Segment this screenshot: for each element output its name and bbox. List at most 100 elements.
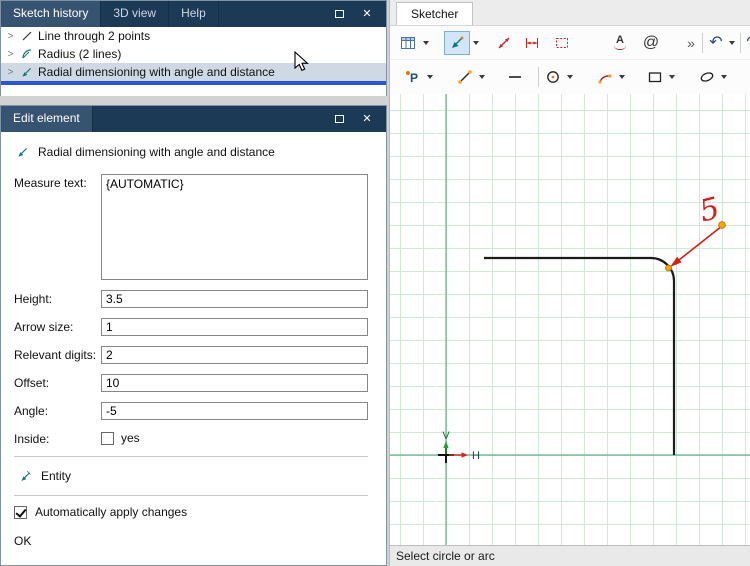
entity-icon (19, 470, 32, 483)
dropdown-arrow-icon[interactable] (424, 65, 436, 89)
edit-element-window: Edit element ✕ Radial dimensioning with … (0, 105, 387, 566)
segment-tool-icon[interactable] (504, 65, 526, 89)
status-bar: Select circle or arc (390, 545, 750, 566)
sketcher-panel: Sketcher A @ » ↶ P 5 V H Select circle o… (389, 0, 750, 566)
expander-icon[interactable]: > (6, 49, 15, 60)
offset-label: Offset: (14, 376, 50, 390)
sketch-canvas[interactable]: 5 V H (390, 94, 750, 545)
ellipse-tool-icon[interactable] (696, 65, 718, 89)
list-item-radius[interactable]: > Radius (2 lines) (1, 45, 386, 63)
radial-dimension-icon (20, 66, 33, 79)
dropdown-arrow-icon[interactable] (420, 31, 432, 55)
radial-dimension-icon (16, 146, 29, 159)
measure-text-label: Measure text: (14, 176, 87, 190)
expander-icon[interactable]: > (6, 67, 15, 78)
tab-sketcher[interactable]: Sketcher (396, 2, 474, 25)
dropdown-arrow-icon[interactable] (470, 31, 482, 55)
arc-tool-icon[interactable] (594, 65, 616, 89)
list-item-radial-dimensioning[interactable]: > Radial dimensioning with angle and dis… (1, 63, 386, 81)
sketch-profile-path[interactable] (484, 256, 676, 455)
entity-row[interactable]: Entity (19, 466, 368, 486)
overflow-chevron-icon[interactable]: » (682, 31, 700, 55)
status-text: Select circle or arc (396, 549, 495, 563)
inside-option-label: yes (121, 431, 140, 445)
v-axis-arrowhead (443, 441, 449, 448)
ok-button[interactable]: OK (14, 534, 368, 548)
redo-icon[interactable]: ↷ (746, 31, 750, 55)
tab-sketch-history[interactable]: Sketch history (1, 1, 102, 27)
edit-element-body: Radial dimensioning with angle and dista… (1, 132, 386, 548)
circle-tool-icon[interactable] (542, 65, 564, 89)
dropdown-arrow-icon[interactable] (718, 65, 730, 89)
sketcher-tabstrip: Sketcher (390, 0, 750, 26)
diagonal-dimension-icon[interactable] (492, 31, 516, 55)
divider (14, 495, 368, 496)
mouse-cursor-icon (294, 51, 309, 72)
list-item-line[interactable]: > Line through 2 points (1, 27, 386, 45)
sketch-history-titlebar[interactable]: Sketch history 3D view Help ✕ (1, 1, 386, 27)
expander-icon[interactable]: > (6, 31, 15, 42)
divider (14, 456, 368, 457)
edit-element-header: Radial dimensioning with angle and dista… (16, 145, 368, 159)
inside-label: Inside: (14, 432, 50, 446)
maximize-icon[interactable] (332, 112, 346, 126)
dropdown-arrow-icon[interactable] (564, 65, 576, 89)
tab-edit-element[interactable]: Edit element (1, 106, 93, 132)
toolbar-separator (740, 32, 741, 53)
toolbar-separator (702, 32, 703, 53)
sketcher-toolbar-top: A @ » ↶ ↷ (390, 26, 750, 60)
sketcher-toolbar-bottom: P (390, 60, 750, 94)
relevant-digits-input[interactable] (101, 346, 368, 364)
field-height: Height: (14, 290, 368, 308)
horizontal-dimension-icon[interactable] (520, 31, 544, 55)
edit-element-titlebar[interactable]: Edit element ✕ (1, 106, 386, 132)
dropdown-arrow-icon[interactable] (476, 65, 488, 89)
at-icon[interactable]: @ (638, 31, 664, 55)
selection-box-icon[interactable] (550, 31, 574, 55)
dropdown-arrow-icon[interactable] (666, 65, 678, 89)
list-item-label: Radius (2 lines) (38, 47, 122, 61)
field-measure-text: Measure text: {AUTOMATIC} (14, 174, 368, 280)
point-tool-icon[interactable]: P (402, 65, 424, 89)
rectangle-tool-icon[interactable] (644, 65, 666, 89)
data-table-icon[interactable] (396, 31, 420, 55)
undo-icon[interactable]: ↶ (706, 31, 726, 55)
dropdown-arrow-icon[interactable] (616, 65, 628, 89)
height-label: Height: (14, 292, 53, 306)
maximize-icon[interactable] (332, 7, 346, 21)
dimension-leader-line[interactable] (678, 225, 723, 261)
toolbar-separator (538, 67, 539, 87)
measure-text-input[interactable]: {AUTOMATIC} (101, 174, 368, 280)
close-icon[interactable]: ✕ (360, 112, 374, 126)
field-relevant-digits: Relevant digits: (14, 346, 368, 364)
arrow-size-label: Arrow size: (14, 320, 74, 334)
dropdown-arrow-icon[interactable] (726, 31, 738, 55)
titlebar-buttons: ✕ (332, 1, 386, 27)
sketch-history-window: Sketch history 3D view Help ✕ > Line thr… (0, 0, 387, 96)
inside-checkbox[interactable] (101, 431, 114, 445)
list-item-label: Radial dimensioning with angle and dista… (38, 65, 275, 79)
angle-input[interactable] (101, 402, 368, 420)
auto-apply-row: Automatically apply changes (14, 505, 368, 519)
auto-apply-checkbox[interactable] (14, 505, 27, 519)
line-tool-icon[interactable] (454, 65, 476, 89)
dimension-handle-arc[interactable] (665, 264, 672, 272)
list-item-label: Line through 2 points (38, 29, 151, 43)
h-axis-arrowhead (461, 452, 468, 458)
arrow-size-input[interactable] (101, 318, 368, 336)
tab-3d-view[interactable]: 3D view (101, 1, 170, 27)
height-input[interactable] (101, 290, 368, 308)
dimension-handle-end[interactable] (718, 221, 726, 229)
angle-label: Angle: (14, 404, 49, 418)
edit-element-title: Radial dimensioning with angle and dista… (38, 145, 275, 159)
application-window: Sketch history 3D view Help ✕ > Line thr… (0, 0, 750, 566)
text-tool-icon[interactable]: A (608, 31, 632, 55)
field-arrow-size: Arrow size: (14, 318, 368, 336)
radial-dimension-tool-icon[interactable] (444, 30, 470, 55)
field-offset: Offset: (14, 374, 368, 392)
tab-help[interactable]: Help (169, 1, 219, 27)
offset-input[interactable] (101, 374, 368, 392)
field-inside: Inside: yes (14, 430, 368, 446)
close-icon[interactable]: ✕ (360, 7, 374, 21)
auto-apply-label: Automatically apply changes (35, 505, 188, 519)
